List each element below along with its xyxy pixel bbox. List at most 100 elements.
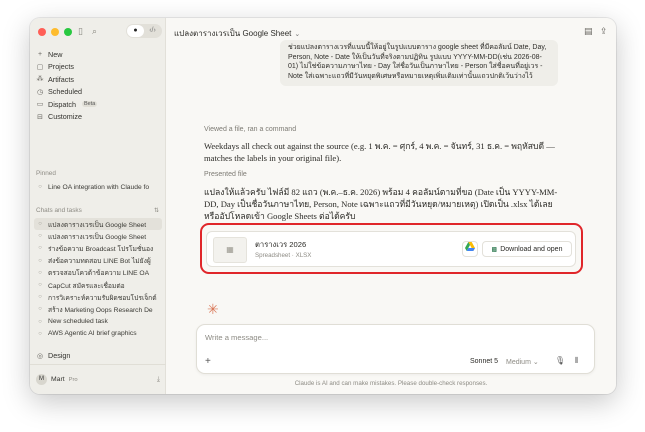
design-label: Design (48, 351, 71, 360)
document-icon[interactable]: ▤ (584, 26, 593, 37)
minimize-window-button[interactable] (51, 28, 59, 36)
user-plan: Pro (68, 376, 78, 383)
chats-list: ○ แปลงตารางเวรเป็น Google Sheet ○ แปลงตาราง… (34, 218, 162, 340)
presented-file-label: Presented file (204, 171, 247, 178)
chat-mode-icon[interactable]: ● (127, 25, 144, 37)
message-input[interactable] (205, 333, 505, 342)
chat-title-text: แปลงตารางเวรเป็น Google Sheet (174, 29, 292, 38)
customize-icon: ⊟ (37, 113, 43, 121)
chat-status-icon: ○ (38, 221, 42, 228)
chat-list-item[interactable]: ○ New scheduled task (34, 316, 162, 328)
chat-status-icon: ○ (38, 294, 42, 301)
voice-mode-icon[interactable]: ⫴ (575, 356, 578, 366)
chat-status-icon: ○ (38, 233, 42, 240)
message-composer: + Sonnet 5 Medium ⌄ 🎙 ⫴ (196, 324, 595, 374)
chat-list-item[interactable]: ○ การวิเคราะห์ความรับผิดชอบโปรเจ็กต์ (34, 291, 162, 303)
clock-icon: ◷ (36, 88, 44, 96)
sidebar-item-scheduled[interactable]: ◷ Scheduled (34, 86, 162, 99)
chat-status-icon: ○ (38, 330, 42, 337)
close-window-button[interactable] (38, 28, 46, 36)
pinned-item[interactable]: ○ Line OA integration with Claude fo (34, 181, 162, 193)
folder-icon: ▢ (36, 63, 44, 71)
user-message: ช่วยแปลงตารางเวรที่แนบนี้ให้อยู่ในรูปแบบ… (280, 40, 558, 87)
sort-icon[interactable]: ⇅ (154, 207, 159, 214)
list-item-label: ร่างข้อความ Broadcast โปรโมชั่นอง (48, 245, 154, 253)
effort-label: Medium (506, 359, 531, 366)
list-item-label: New scheduled task (48, 318, 108, 326)
claude-spark-icon: ✳ (207, 301, 219, 317)
zoom-window-button[interactable] (64, 28, 72, 36)
chat-status-icon: ○ (38, 306, 42, 313)
sidebar-item-customize[interactable]: ⊟ Customize (34, 111, 162, 124)
sidebar-divider (30, 364, 166, 365)
chat-list-item[interactable]: ○ แปลงตารางเวรเป็น Google Sheet (34, 218, 162, 231)
chat-title[interactable]: แปลงตารางเวรเป็น Google Sheet ⌄ (174, 27, 300, 40)
search-icon[interactable]: ⌕ (88, 25, 101, 38)
list-item-label: สร้าง Marketing Oops Research De (48, 306, 153, 314)
sidebar-item-dispatch[interactable]: ▭ Dispatch Beta (34, 98, 162, 111)
list-item-label: CapCut สมัครและเชื่อมต่อ (48, 282, 125, 290)
disclaimer: Claude is AI and can make mistakes. Plea… (294, 380, 488, 387)
tool-activity-label[interactable]: Viewed a file, ran a command (204, 126, 296, 133)
sidebar-item-artifacts[interactable]: ⁂ Artifacts (34, 73, 162, 86)
chat-status-icon: ○ (38, 184, 42, 191)
pinned-label: Pinned (36, 170, 56, 177)
main-panel: แปลงตารางเวรเป็น Google Sheet ⌄ ▤ ⇪ ช่วย… (166, 18, 616, 394)
sidebar-toggle-icon[interactable]: ▯ (74, 25, 87, 38)
sidebar-item-label: Dispatch (48, 99, 76, 109)
list-item-label: แปลงตารางเวรเป็น Google Sheet (48, 221, 147, 229)
sidebar-item-projects[interactable]: ▢ Projects (34, 61, 162, 74)
plus-icon: + (37, 50, 43, 58)
sidebar-item-design[interactable]: ◎ Design (34, 351, 162, 360)
window-controls (38, 28, 72, 36)
chat-status-icon: ○ (38, 257, 42, 264)
sidebar-nav: + New ▢ Projects ⁂ Artifacts ◷ Scheduled ▭ Dispat… (34, 48, 162, 123)
chat-list-item[interactable]: ○ CapCut สมัครและเชื่อมต่อ (34, 279, 162, 291)
mode-toggle[interactable]: ● ‹/› (126, 24, 162, 38)
share-icon[interactable]: ⇪ (600, 26, 608, 37)
assistant-text-summary: แปลงให้แล้วครับ ไฟล์มี 82 แถว (พ.ค.–ธ.ค.… (204, 187, 558, 221)
sidebar-item-label: Projects (48, 62, 74, 72)
list-item-label: การวิเคราะห์ความรับผิดชอบโปรเจ็กต์ (48, 294, 157, 302)
chat-list-item[interactable]: ○ แปลงตารางเวรเป็น Google Sheet (34, 230, 162, 242)
sidebar-item-new[interactable]: + New (34, 48, 162, 61)
effort-selector[interactable]: Medium ⌄ (506, 358, 539, 366)
microphone-icon[interactable]: 🎙 (555, 356, 565, 365)
assistant-text: Weekdays all check out against the sourc… (204, 141, 555, 163)
list-item-label: AWS Agentic AI brief graphics (48, 330, 137, 338)
chat-status-icon: ○ (38, 245, 42, 252)
chevron-down-icon: ⌄ (294, 30, 301, 38)
user-menu[interactable]: M Mart Pro ⤓ (36, 374, 160, 385)
user-name: Mart (51, 376, 65, 383)
app-window: ▯ ⌕ ● ‹/› + New ▢ Projects ⁂ Artifacts ◷ Schedu… (30, 18, 616, 394)
chat-list-item[interactable]: ○ สร้าง Marketing Oops Research De (34, 303, 162, 315)
chat-status-icon: ○ (38, 318, 42, 325)
code-mode-icon[interactable]: ‹/› (144, 25, 161, 37)
chat-list-item[interactable]: ○ ตรวจสอบโควต้าข้อความ LINE OA (34, 267, 162, 279)
sidebar-item-label: Artifacts (48, 74, 74, 84)
chat-status-icon: ○ (38, 269, 42, 276)
beta-badge: Beta (81, 101, 98, 108)
chat-list-item[interactable]: ○ ส่งข้อความทดสอบ LINE Bot ไม่ยังผู้ (34, 255, 162, 267)
list-item-label: ตรวจสอบโควต้าข้อความ LINE OA (48, 270, 150, 278)
model-selector[interactable]: Sonnet 5 (470, 358, 498, 365)
artifacts-icon: ⁂ (36, 76, 44, 84)
sidebar-item-label: Customize (48, 112, 82, 122)
chat-list-item[interactable]: ○ AWS Agentic AI brief graphics (34, 328, 162, 340)
chat-list-item[interactable]: ○ ร่างข้อความ Broadcast โปรโมชั่นอง (34, 242, 162, 254)
highlight-annotation (200, 223, 583, 274)
pinned-list: ○ Line OA integration with Claude fo (34, 181, 162, 193)
sidebar: ▯ ⌕ ● ‹/› + New ▢ Projects ⁂ Artifacts ◷ Schedu… (30, 18, 166, 394)
design-icon: ◎ (36, 352, 44, 360)
download-icon[interactable]: ⤓ (157, 376, 160, 384)
add-attachment-icon[interactable]: + (205, 356, 211, 367)
dispatch-icon: ▭ (36, 101, 44, 109)
chat-status-icon: ○ (38, 282, 42, 289)
sidebar-item-label: New (48, 49, 63, 59)
list-item-label: แปลงตารางเวรเป็น Google Sheet (48, 233, 147, 241)
list-item-label: ส่งข้อความทดสอบ LINE Bot ไม่ยังผู้ (48, 258, 151, 266)
list-item-label: Line OA integration with Claude fo (48, 183, 150, 191)
chats-label: Chats and tasks (36, 207, 82, 214)
sidebar-item-label: Scheduled (48, 87, 82, 97)
avatar: M (36, 374, 47, 385)
